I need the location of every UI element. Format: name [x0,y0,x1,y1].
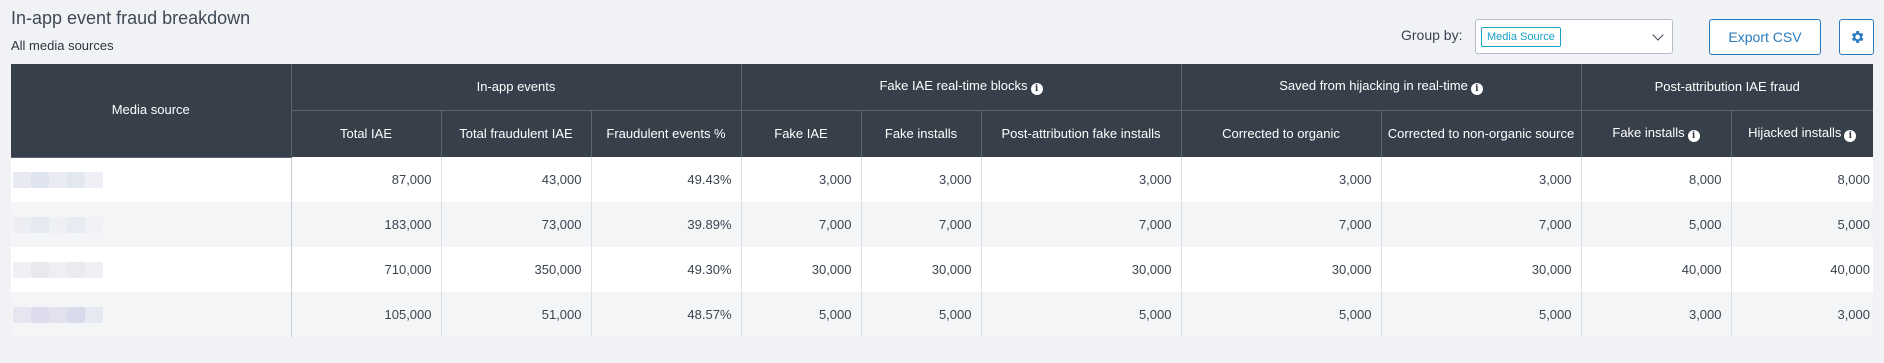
info-icon[interactable]: i [1687,130,1700,143]
table-cell: 30,000 [981,247,1182,292]
table-cell: 48.57% [591,292,742,337]
info-icon[interactable]: i [1030,83,1043,96]
page-subtitle: All media sources [11,38,114,53]
col-header-total-fraudulent-iae[interactable]: Total fraudulent IAE [441,110,592,157]
settings-button[interactable] [1839,19,1874,55]
page-title: In-app event fraud breakdown [11,8,251,28]
table-cell: 49.43% [591,157,742,202]
table-cell: 7,000 [741,202,862,247]
table-cell: 51,000 [441,292,592,337]
chevron-down-icon [1652,29,1664,41]
group-by-label: Group by: [1401,27,1463,43]
table-cell: 710,000 [291,247,442,292]
group-by-select[interactable]: Media Source [1475,19,1673,54]
fraud-breakdown-table: Media source In-app events Fake IAE real… [11,64,1874,337]
col-header-post-attribution-fake-installs[interactable]: Post-attribution fake installs [981,110,1182,157]
table-cell: 8,000 [1731,157,1874,202]
table-cell: 3,000 [1581,292,1732,337]
table-cell: 7,000 [981,202,1182,247]
info-icon[interactable]: i [1844,130,1857,143]
redacted-media-source [13,164,123,196]
table-cell: 3,000 [981,157,1182,202]
table-cell: 5,000 [1381,292,1582,337]
redacted-media-source [13,209,123,241]
table-cell: 73,000 [441,202,592,247]
table-cell: 105,000 [291,292,442,337]
group-header-post-attribution: Post-attribution IAE fraud [1581,64,1874,111]
table-cell: 7,000 [1381,202,1582,247]
col-header-media-source[interactable]: Media source [11,64,292,158]
col-header-corrected-to-non-organic[interactable]: Corrected to non-organic source [1381,110,1582,157]
table-cell: 49.30% [591,247,742,292]
table-cell: 39.89% [591,202,742,247]
table-row: 710,000 350,000 49.30% 30,000 30,000 30,000 30… [11,247,1874,292]
table-cell: 87,000 [291,157,442,202]
redacted-media-source [13,299,123,331]
table-cell: 5,000 [981,292,1182,337]
table-cell: 43,000 [441,157,592,202]
info-icon[interactable]: i [1470,83,1483,96]
table-row: 87,000 43,000 49.43% 3,000 3,000 3,000 3,000 3,… [11,157,1874,202]
table-cell: 3,000 [1181,157,1382,202]
media-source-cell [11,157,292,202]
table-cell: 3,000 [741,157,862,202]
media-source-cell [11,202,292,247]
table-cell: 40,000 [1581,247,1732,292]
group-header-fake-iae-blocks: Fake IAE real-time blocks i [741,64,1182,111]
gear-icon [1851,31,1863,43]
table-cell: 30,000 [861,247,982,292]
group-header-saved-hijacking: Saved from hijacking in real-time i [1181,64,1582,111]
redacted-media-source [13,254,123,286]
table-cell: 3,000 [1381,157,1582,202]
group-header-in-app-events: In-app events [291,64,742,111]
table-cell: 5,000 [741,292,862,337]
table-cell: 5,000 [1731,202,1874,247]
col-header-fraudulent-events-pct[interactable]: Fraudulent events % [591,110,742,157]
table-cell: 30,000 [1181,247,1382,292]
table-cell: 183,000 [291,202,442,247]
col-header-total-iae[interactable]: Total IAE [291,110,442,157]
table-cell: 3,000 [1731,292,1874,337]
col-header-post-fake-installs[interactable]: Fake installs i [1581,110,1732,157]
table-cell: 3,000 [861,157,982,202]
table-cell: 30,000 [1381,247,1582,292]
table-cell: 30,000 [741,247,862,292]
col-header-fake-iae[interactable]: Fake IAE [741,110,862,157]
export-csv-button[interactable]: Export CSV [1709,19,1821,55]
table-cell: 350,000 [441,247,592,292]
table-cell: 7,000 [1181,202,1382,247]
table-cell: 40,000 [1731,247,1874,292]
media-source-cell [11,292,292,337]
table-row: 183,000 73,000 39.89% 7,000 7,000 7,000 7,000 7… [11,202,1874,247]
table-cell: 5,000 [861,292,982,337]
col-header-corrected-to-organic[interactable]: Corrected to organic [1181,110,1382,157]
table-cell: 5,000 [1581,202,1732,247]
group-by-selected-chip: Media Source [1481,27,1561,47]
table-cell: 8,000 [1581,157,1732,202]
col-header-hijacked-installs[interactable]: Hijacked installs i [1731,110,1874,157]
col-header-fake-installs[interactable]: Fake installs [861,110,982,157]
table-cell: 7,000 [861,202,982,247]
table-row: 105,000 51,000 48.57% 5,000 5,000 5,000 5,000 5… [11,292,1874,337]
media-source-cell [11,247,292,292]
table-cell: 5,000 [1181,292,1382,337]
